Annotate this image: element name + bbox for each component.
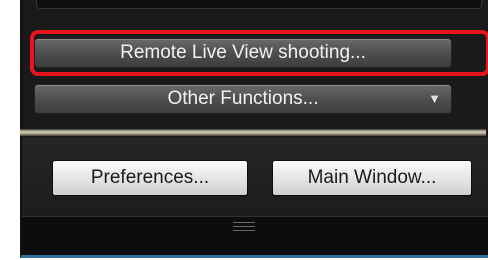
panel-separator <box>20 129 486 136</box>
remote-live-view-shooting-button[interactable]: Remote Live View shooting... <box>34 38 452 68</box>
main-window-button[interactable]: Main Window... <box>272 160 472 196</box>
chevron-down-icon: ▼ <box>428 91 441 106</box>
screenshot-stage: Remote Live View shooting... Other Funct… <box>0 0 488 260</box>
other-functions-label: Other Functions... <box>167 88 319 109</box>
preferences-button[interactable]: Preferences... <box>52 160 248 196</box>
top-panel-edge <box>36 0 482 9</box>
resize-grip-icon[interactable] <box>233 222 255 232</box>
window-footer <box>22 216 488 255</box>
other-functions-dropdown[interactable]: Other Functions... ▼ <box>34 84 452 114</box>
